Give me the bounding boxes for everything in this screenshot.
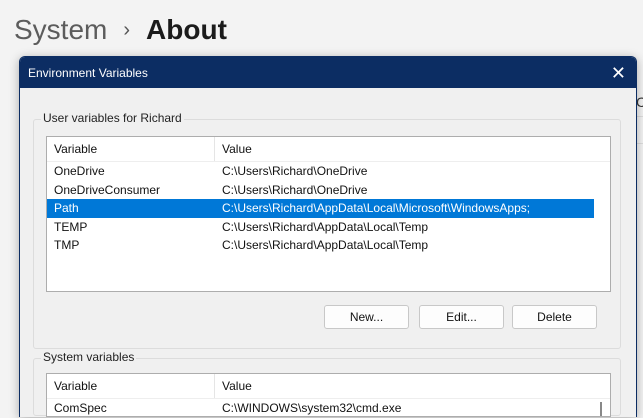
close-icon[interactable]: ✕ [611,64,626,82]
variable-cell: TMP [54,238,80,253]
column-header-value[interactable]: Value [215,379,252,393]
divider [636,143,643,144]
value-cell: C:\Users\Richard\OneDrive [222,164,368,179]
variable-cell: OneDriveConsumer [54,182,161,197]
value-cell: C:\Users\Richard\AppData\Local\Microsoft… [222,201,531,216]
breadcrumb: System › About [14,14,227,46]
edit-button[interactable]: Edit... [419,305,504,329]
group-label: User variables for Richard [41,111,184,125]
breadcrumb-system[interactable]: System [14,14,107,46]
background-text-fragment: C [636,94,643,110]
table-row[interactable]: TEMP C:\Users\Richard\AppData\Local\Temp [47,218,594,237]
column-header-variable[interactable]: Variable [47,137,215,161]
variable-cell: ComSpec [54,401,107,416]
divider [636,116,643,117]
value-cell: C:\Users\Richard\OneDrive [222,182,368,197]
column-header-variable[interactable]: Variable [47,374,215,398]
dialog-title: Environment Variables [28,65,148,80]
column-header-value[interactable]: Value [215,142,252,156]
variable-cell: OneDrive [54,164,105,179]
table-row[interactable]: OneDrive C:\Users\Richard\OneDrive [47,162,594,181]
system-variables-list[interactable]: Variable Value ComSpec C:\WINDOWS\system3… [46,373,611,417]
variable-cell: Path [54,201,79,216]
table-row[interactable]: Path C:\Users\Richard\AppData\Local\Micro… [47,199,594,218]
group-label: System variables [41,350,137,364]
title-bar: Environment Variables ✕ [20,57,636,88]
page-title: About [146,14,227,45]
chevron-right-icon: › [123,18,131,41]
table-row[interactable]: ComSpec C:\WINDOWS\system32\cmd.exe [47,399,594,418]
value-cell: C:\Users\Richard\AppData\Local\Temp [222,219,429,234]
scrollbar[interactable] [600,402,602,416]
environment-variables-dialog: Environment Variables ✕ User variables f… [19,56,637,417]
value-cell: C:\Users\Richard\AppData\Local\Temp [222,238,429,253]
user-variables-group: User variables for Richard Variable Valu… [33,111,621,349]
system-variables-group: System variables Variable Value ComSpec C… [33,350,621,417]
new-button[interactable]: New... [324,305,409,329]
value-cell: C:\WINDOWS\system32\cmd.exe [222,401,402,416]
variable-cell: TEMP [54,219,88,234]
list-header: Variable Value [47,137,610,162]
user-variables-list[interactable]: Variable Value OneDrive C:\Users\Richard\… [46,136,611,292]
delete-button[interactable]: Delete [512,305,597,329]
list-header: Variable Value [47,374,610,399]
table-row[interactable]: OneDriveConsumer C:\Users\Richard\OneDriv… [47,181,594,200]
table-row[interactable]: TMP C:\Users\Richard\AppData\Local\Temp [47,236,594,255]
